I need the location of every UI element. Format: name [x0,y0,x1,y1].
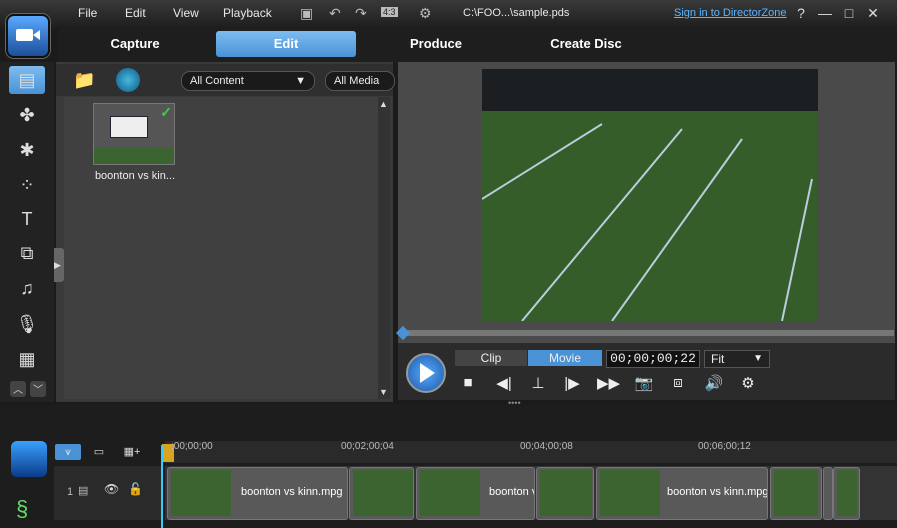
title-room-icon[interactable]: T [9,205,45,233]
import-folder-icon[interactable]: 📁 [73,70,95,91]
timeline-clip[interactable] [823,467,833,520]
snapshot-camera-icon[interactable]: 📷 [634,374,654,392]
timeline-clip[interactable] [833,467,860,520]
tab-capture[interactable]: Capture [65,31,205,57]
display-mode-icon[interactable]: ⧈ [668,374,688,391]
chapter-room-icon[interactable]: ▦ [9,345,45,373]
redo-icon[interactable]: ↷ [355,5,367,22]
menu-edit[interactable]: Edit [125,6,146,20]
previous-frame-icon[interactable]: ◀| [494,374,514,392]
add-track-button[interactable]: ▦+ [119,444,145,460]
media-filter-dropdown[interactable]: All Media [325,71,395,91]
play-icon [420,363,435,383]
next-frame-icon[interactable]: |▶ [562,374,582,392]
timeline-clip[interactable] [349,467,414,520]
checkmark-icon: ✓ [160,104,172,120]
tab-produce[interactable]: Produce [366,31,506,57]
content-filter-dropdown[interactable]: All Content ▼ [181,71,315,91]
timeline-view-button[interactable]: ⩛ [55,444,81,460]
tab-create-disc[interactable]: Create Disc [516,31,656,57]
lock-icon[interactable]: 🔓 [128,482,143,496]
media-room-icon[interactable]: ▤ [9,66,45,94]
effects-room-icon[interactable]: ✤ [9,101,45,129]
timeline-clip[interactable] [770,467,822,520]
signin-link[interactable]: Sign in to DirectorZone [674,7,787,19]
help-button[interactable]: ? [792,5,810,21]
field-lines [482,123,813,321]
preview-video [482,69,818,321]
project-file-path: C:\FOO...\sample.pds [463,7,570,19]
media-thumbnail[interactable]: ✓ [93,103,175,165]
scroll-down-icon[interactable]: ﹀ [30,381,46,397]
video-track-icon: ▤ [78,485,89,497]
ruler-tick-label: 00;06;00;12 [698,441,751,452]
chevron-down-icon: ▼ [295,75,306,87]
particle-room-icon[interactable]: ⁘ [9,171,45,199]
minimize-button[interactable]: — [816,5,834,21]
ruler-tick-label: 00;02;00;04 [341,441,394,452]
undo-icon[interactable]: ↶ [329,5,341,22]
eye-icon[interactable]: 👁 [104,482,119,496]
panel-resize-handle[interactable]: •••• [508,398,521,408]
scroll-up-arrow-icon[interactable]: ▲ [379,99,388,109]
settings-icon[interactable]: ⚙ [738,374,758,392]
chevron-down-icon: ▼ [753,353,763,364]
stop-icon[interactable]: ■ [458,374,478,391]
play-button[interactable] [406,353,446,393]
gear-icon[interactable]: ⚙ [419,5,432,22]
pip-objects-room-icon[interactable]: ✱ [9,136,45,164]
ruler-tick-label: ;00;00;00 [171,441,213,452]
seek-bar[interactable] [400,330,894,336]
voice-over-room-icon[interactable]: 🎙 [9,310,45,338]
timeline-clip[interactable]: boonton vs kinn.mpg [596,467,768,520]
app-logo-icon [6,14,50,58]
timeline-clip[interactable]: boonton v [416,467,535,520]
audio-mixing-room-icon[interactable]: ♫ [9,274,45,302]
aspect-ratio-button[interactable]: 4:3 [381,7,398,17]
maximize-button[interactable]: □ [840,5,858,21]
close-button[interactable]: ✕ [864,5,882,22]
magic-wand-icon[interactable] [11,441,47,477]
volume-icon[interactable]: 🔊 [704,374,724,392]
menu-view[interactable]: View [173,6,199,20]
scroll-down-arrow-icon[interactable]: ▼ [379,387,388,397]
zoom-fit-dropdown[interactable]: Fit ▼ [704,350,770,368]
playhead-line[interactable] [161,445,163,528]
tab-edit[interactable]: Edit [216,31,356,57]
transition-room-icon[interactable]: ⧉ [9,239,45,267]
menu-file[interactable]: File [78,6,97,20]
timecode-display[interactable]: 00;00;00;22 [606,350,700,368]
movie-mode-button[interactable]: Movie [528,350,602,366]
fast-forward-icon[interactable]: ▶▶ [597,374,620,392]
timeline-clip[interactable] [536,467,594,520]
panel-expand-handle[interactable]: ▶ [54,248,64,282]
split-icon[interactable]: ⊥ [528,374,548,392]
storyboard-view-button[interactable]: ▭ [86,444,112,460]
ruler-tick-label: 00;04;00;08 [520,441,573,452]
library-scrollbar[interactable]: ▲ ▼ [378,97,390,399]
media-thumbnail-label: boonton vs kin... [94,170,176,182]
clip-mode-button[interactable]: Clip [455,350,527,366]
save-icon[interactable]: ▣ [300,5,313,22]
scroll-up-icon[interactable]: ︿ [10,381,26,397]
audio-track-icon[interactable]: § [16,496,28,522]
download-globe-icon[interactable] [116,68,140,92]
track-number: 1 [67,486,74,498]
timeline-clip[interactable]: boonton vs kinn.mpg [167,467,348,520]
menu-playback[interactable]: Playback [223,6,272,20]
